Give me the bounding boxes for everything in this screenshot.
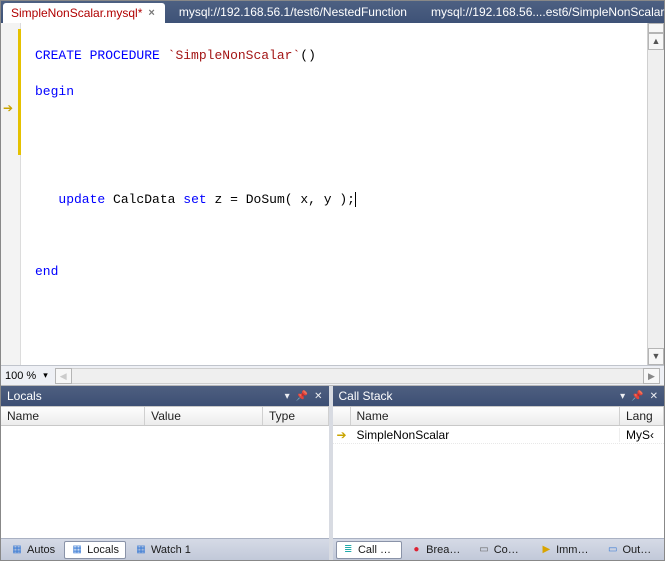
tab-output[interactable]: ▭ Output xyxy=(600,541,661,559)
tab-label: Output xyxy=(623,544,655,556)
locals-panel: Locals ▾ 📌 ✕ Name Value Type ▦ Autos ▦ L… xyxy=(1,386,333,560)
horizontal-scrollbar[interactable]: ◀ ▶ xyxy=(55,368,660,384)
output-icon: ▭ xyxy=(607,544,618,556)
callstack-row[interactable]: ➔ SimpleNonScalar MyS‹ xyxy=(333,426,665,444)
panel-title: Call Stack xyxy=(339,389,615,403)
scroll-up-button[interactable]: ▲ xyxy=(648,33,664,50)
tab-command[interactable]: ▭ Com... xyxy=(471,541,531,559)
locals-header: Locals ▾ 📌 ✕ xyxy=(1,386,329,406)
tab-nestedfunction[interactable]: mysql://192.168.56.1/test6/NestedFunctio… xyxy=(171,2,417,22)
editor-zoom-bar: 100 % ▾ ◀ ▶ xyxy=(1,365,664,385)
scroll-track[interactable] xyxy=(648,50,664,348)
debug-panels: Locals ▾ 📌 ✕ Name Value Type ▦ Autos ▦ L… xyxy=(1,386,664,560)
parens: () xyxy=(300,48,316,63)
tab-watch1[interactable]: ▦ Watch 1 xyxy=(128,541,198,559)
panel-title: Locals xyxy=(7,389,279,403)
split-handle[interactable] xyxy=(648,23,664,33)
current-frame-arrow-icon: ➔ xyxy=(333,428,351,442)
close-icon[interactable]: ✕ xyxy=(650,391,658,402)
pin-icon[interactable]: 📌 xyxy=(631,391,643,402)
autos-icon: ▦ xyxy=(11,544,23,556)
zoom-dropdown[interactable]: ▾ xyxy=(40,369,51,382)
vertical-scrollbar[interactable]: ▲ ▼ xyxy=(647,23,664,365)
kw-update: update xyxy=(58,192,105,207)
tbl-calcdata: CalcData xyxy=(113,192,175,207)
watch-icon: ▦ xyxy=(135,544,147,556)
col-name[interactable]: Name xyxy=(1,407,145,425)
col-type[interactable]: Type xyxy=(263,407,329,425)
zoom-level: 100 % xyxy=(5,370,36,382)
tab-label: Call S... xyxy=(358,544,395,556)
code-line-blank xyxy=(35,155,643,173)
tab-label: Autos xyxy=(27,544,55,556)
scroll-track[interactable] xyxy=(72,368,643,384)
callstack-columns: Name Lang xyxy=(333,406,665,426)
code-line-exec: update CalcData set z = DoSum( x, y ); xyxy=(35,191,643,209)
proc-name: `SimpleNonScalar` xyxy=(168,48,301,63)
tab-immediate[interactable]: ▶ Imme... xyxy=(534,541,598,559)
kw-end: end xyxy=(35,264,58,279)
tab-label: SimpleNonScalar.mysql* xyxy=(11,6,142,20)
editor-gutter: ➔ xyxy=(1,23,21,365)
kw-begin: begin xyxy=(35,84,74,99)
tab-label: Com... xyxy=(494,544,525,556)
tab-label: Locals xyxy=(87,544,119,556)
tab-label: Break... xyxy=(426,544,462,556)
kw-set: set xyxy=(183,192,206,207)
locals-columns: Name Value Type xyxy=(1,406,329,426)
tab-label: mysql://192.168.56.1/test6/NestedFunctio… xyxy=(179,5,407,19)
callstack-body[interactable]: ➔ SimpleNonScalar MyS‹ xyxy=(333,426,665,538)
command-icon: ▭ xyxy=(478,544,489,556)
tab-autos[interactable]: ▦ Autos xyxy=(4,541,62,559)
tab-label: mysql://192.168.56....est6/SimpleNonScal… xyxy=(431,5,664,19)
kw-create: CREATE xyxy=(35,48,82,63)
locals-icon: ▦ xyxy=(71,544,83,556)
window-position-icon[interactable]: ▾ xyxy=(620,391,625,402)
editor-body: ➔ CREATE PROCEDURE `SimpleNonScalar`() b… xyxy=(1,23,664,365)
call-dosum: DoSum( x, y ); xyxy=(246,192,355,207)
callstack-tabbar: ≣ Call S... ● Break... ▭ Com... ▶ Imme..… xyxy=(333,538,665,560)
breakpoints-icon: ● xyxy=(411,544,422,556)
tab-callstack[interactable]: ≣ Call S... xyxy=(336,541,402,559)
col-lang[interactable]: Lang xyxy=(620,407,664,425)
tab-simplenonscalar-remote[interactable]: mysql://192.168.56....est6/SimpleNonScal… xyxy=(423,2,665,22)
exec-highlight: update CalcData set z = DoSum( x, y ); xyxy=(58,192,356,207)
code-area[interactable]: CREATE PROCEDURE `SimpleNonScalar`() beg… xyxy=(21,23,647,365)
col-name[interactable]: Name xyxy=(351,407,621,425)
text-cursor xyxy=(355,192,356,207)
callstack-icon: ≣ xyxy=(343,544,354,556)
frame-name: SimpleNonScalar xyxy=(351,428,621,442)
close-icon[interactable]: ✕ xyxy=(314,391,322,402)
code-line: begin xyxy=(35,83,643,101)
locals-tabbar: ▦ Autos ▦ Locals ▦ Watch 1 xyxy=(1,538,329,560)
kw-procedure: PROCEDURE xyxy=(90,48,160,63)
frame-lang: MyS‹ xyxy=(620,428,664,442)
col-z: z xyxy=(214,192,222,207)
tab-label: Watch 1 xyxy=(151,544,191,556)
code-editor: ➔ CREATE PROCEDURE `SimpleNonScalar`() b… xyxy=(1,23,664,386)
col-marker[interactable] xyxy=(333,407,351,425)
col-value[interactable]: Value xyxy=(145,407,263,425)
scroll-left-button[interactable]: ◀ xyxy=(55,368,72,384)
eq: = xyxy=(230,192,238,207)
scroll-down-button[interactable]: ▼ xyxy=(648,348,664,365)
document-tabstrip: SimpleNonScalar.mysql* × mysql://192.168… xyxy=(1,1,664,23)
code-line-blank xyxy=(35,119,643,137)
window-position-icon[interactable]: ▾ xyxy=(285,391,290,402)
tab-label: Imme... xyxy=(556,544,591,556)
tab-breakpoints[interactable]: ● Break... xyxy=(404,541,470,559)
immediate-icon: ▶ xyxy=(541,544,552,556)
code-line-blank xyxy=(35,227,643,245)
locals-body[interactable] xyxy=(1,426,329,538)
tab-simplenonscalar[interactable]: SimpleNonScalar.mysql* × xyxy=(3,3,165,23)
tab-locals[interactable]: ▦ Locals xyxy=(64,541,126,559)
close-icon[interactable]: × xyxy=(148,7,154,19)
callstack-panel: Call Stack ▾ 📌 ✕ Name Lang ➔ SimpleNonSc… xyxy=(333,386,665,560)
callstack-header: Call Stack ▾ 📌 ✕ xyxy=(333,386,665,406)
scroll-right-button[interactable]: ▶ xyxy=(643,368,660,384)
code-line: end xyxy=(35,263,643,281)
current-line-arrow-icon: ➔ xyxy=(3,101,13,115)
pin-icon[interactable]: 📌 xyxy=(296,391,308,402)
code-line: CREATE PROCEDURE `SimpleNonScalar`() xyxy=(35,47,643,65)
